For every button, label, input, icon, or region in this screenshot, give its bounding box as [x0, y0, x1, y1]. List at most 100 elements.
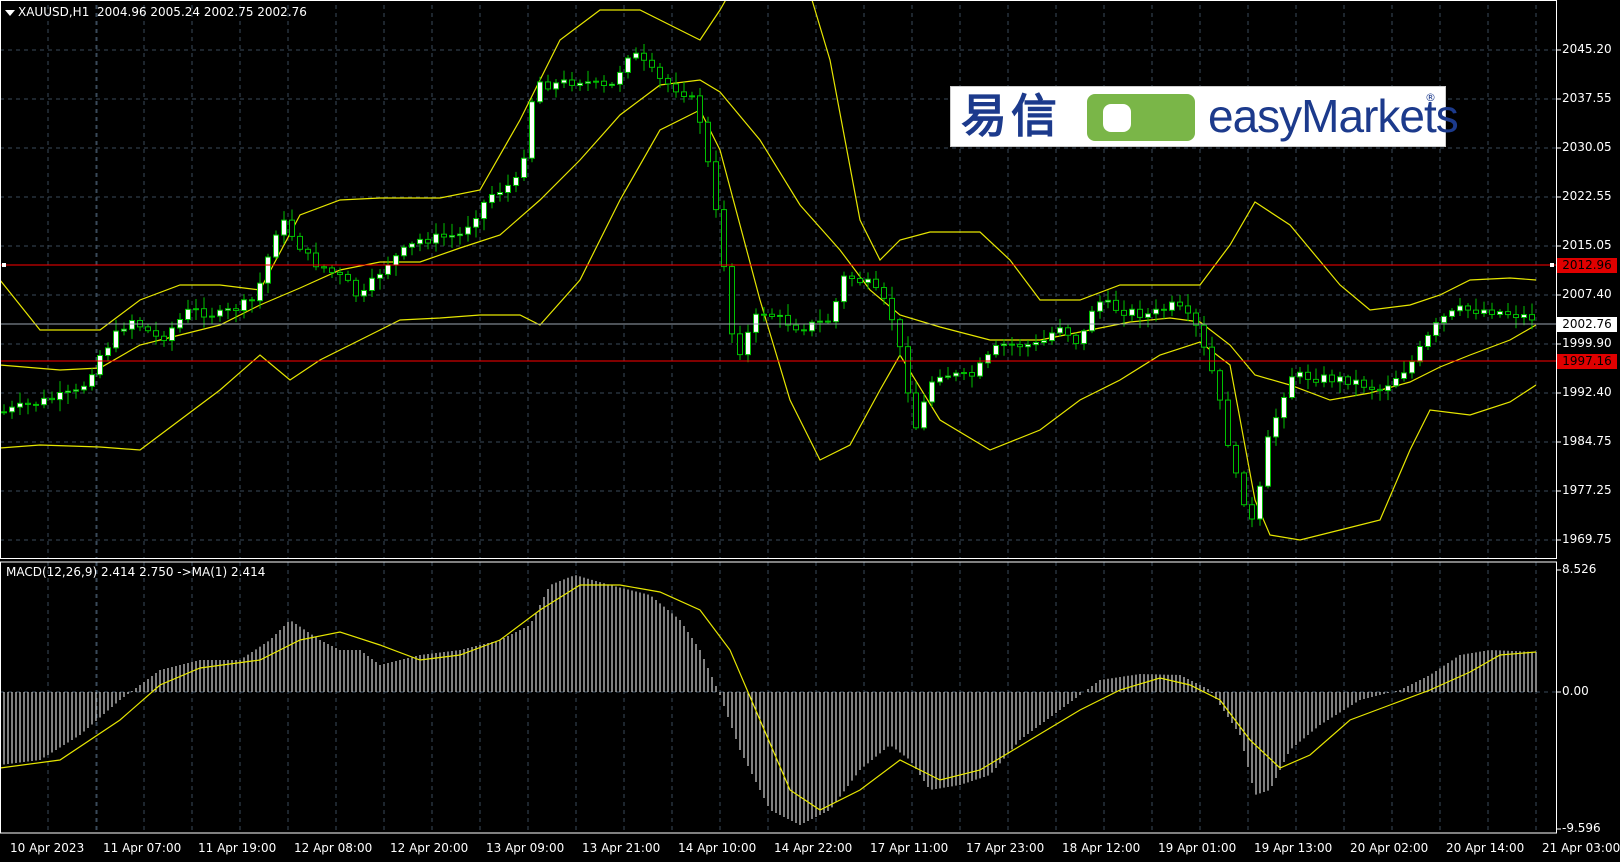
chart-title: XAUUSD,H1 2004.96 2005.24 2002.75 2002.7…: [18, 5, 307, 19]
candle-body: [961, 372, 967, 375]
candle-body: [1265, 436, 1271, 487]
candle-body: [265, 256, 271, 284]
candle-body: [457, 233, 463, 237]
candle-body: [497, 192, 503, 196]
candle-body: [937, 376, 943, 383]
candle-body: [657, 66, 663, 79]
candle-body: [193, 308, 199, 311]
candle-body: [1497, 311, 1503, 315]
candle-body: [1321, 374, 1327, 383]
price-tick-label: 1984.75: [1562, 434, 1612, 448]
symbol-menu-arrow-icon[interactable]: [5, 10, 15, 16]
candle-body: [1081, 330, 1087, 345]
candle-body: [329, 267, 335, 273]
candle-body: [201, 308, 207, 318]
candle-body: [1425, 334, 1431, 347]
candle-body: [337, 271, 343, 275]
candle-body: [345, 273, 351, 281]
price-tick-label: 2045.20: [1562, 42, 1612, 56]
candle-body: [241, 299, 247, 312]
candle-body: [1033, 342, 1039, 346]
candle-body: [361, 289, 367, 297]
current-price-tag: 2002.76: [1557, 317, 1617, 332]
candle-body: [1297, 371, 1303, 378]
candle-body: [1449, 310, 1455, 317]
candle-body: [1329, 374, 1335, 383]
price-tick-label: 2037.55: [1562, 91, 1612, 105]
candle-body: [9, 406, 15, 413]
time-tick-label: 11 Apr 19:00: [198, 841, 277, 855]
candle-body: [1393, 378, 1399, 387]
candle-body: [913, 392, 919, 429]
candle-body: [601, 80, 607, 87]
candle-body: [801, 329, 807, 332]
candle-body: [49, 397, 55, 401]
candle-body: [609, 83, 615, 87]
candle-body: [33, 403, 39, 406]
level-marker-left: [2, 263, 6, 267]
candle-body: [745, 331, 751, 356]
candle-body: [1089, 310, 1095, 332]
time-tick-label: 14 Apr 10:00: [678, 841, 757, 855]
price-tick-label: 1999.90: [1562, 336, 1612, 350]
macd-label: MACD(12,26,9) 2.414 2.750 ->MA(1) 2.414: [6, 565, 266, 579]
candle-body: [505, 184, 511, 194]
price-tick-label: 1992.40: [1562, 385, 1612, 399]
candle-body: [1313, 378, 1319, 383]
candle-body: [921, 401, 927, 429]
candle-body: [673, 83, 679, 93]
candle-body: [1009, 343, 1015, 346]
candle-body: [249, 299, 255, 302]
candle-body: [633, 52, 639, 59]
candle-body: [529, 101, 535, 159]
candle-body: [1473, 309, 1479, 314]
horizontal-levels: [0, 263, 1556, 362]
candle-body: [905, 346, 911, 394]
candle-body: [321, 266, 327, 269]
candle-body: [105, 347, 111, 356]
candle-body: [865, 278, 871, 284]
candle-body: [1057, 327, 1063, 334]
price-tick-label: 1969.75: [1562, 532, 1612, 546]
macd-tick-label: 8.526: [1562, 562, 1597, 576]
candle-body: [1345, 376, 1351, 385]
candle-body: [1529, 314, 1535, 321]
candle-body: [1385, 385, 1391, 392]
easymarkets-logo: 易信 easyMarkets ®: [950, 86, 1459, 147]
main-panel-border: [0, 0, 1557, 559]
candle-body: [953, 372, 959, 377]
time-tick-label: 17 Apr 23:00: [966, 841, 1045, 855]
candle-body: [641, 52, 647, 61]
candle-body: [681, 91, 687, 97]
candle-body: [417, 238, 423, 245]
candle-body: [617, 71, 623, 85]
candle-body: [1281, 396, 1287, 419]
candle-body: [225, 308, 231, 311]
candle-body: [1489, 309, 1495, 315]
candle-body: [289, 219, 295, 237]
candle-body: [1225, 399, 1231, 446]
price-tick-label: 2022.55: [1562, 189, 1612, 203]
candle-body: [889, 297, 895, 321]
candle-body: [121, 328, 127, 332]
candle-body: [153, 330, 159, 337]
candle-body: [81, 385, 87, 391]
candle-body: [833, 301, 839, 323]
candle-body: [625, 57, 631, 73]
time-tick-label: 13 Apr 21:00: [582, 841, 661, 855]
candle-body: [441, 233, 447, 238]
candle-body: [425, 238, 431, 244]
candle-body: [1289, 376, 1295, 398]
candle-body: [1401, 372, 1407, 380]
candle-body: [985, 354, 991, 364]
candle-body: [881, 287, 887, 299]
candle-body: [1377, 388, 1383, 392]
time-tick-label: 20 Apr 02:00: [1350, 841, 1429, 855]
logo-registered-mark: ®: [1425, 91, 1436, 104]
candle-body: [849, 275, 855, 279]
candle-body: [161, 335, 167, 342]
candle-body: [281, 219, 287, 236]
time-tick-label: 19 Apr 13:00: [1254, 841, 1333, 855]
candle-body: [1337, 376, 1343, 383]
candle-body: [145, 326, 151, 332]
